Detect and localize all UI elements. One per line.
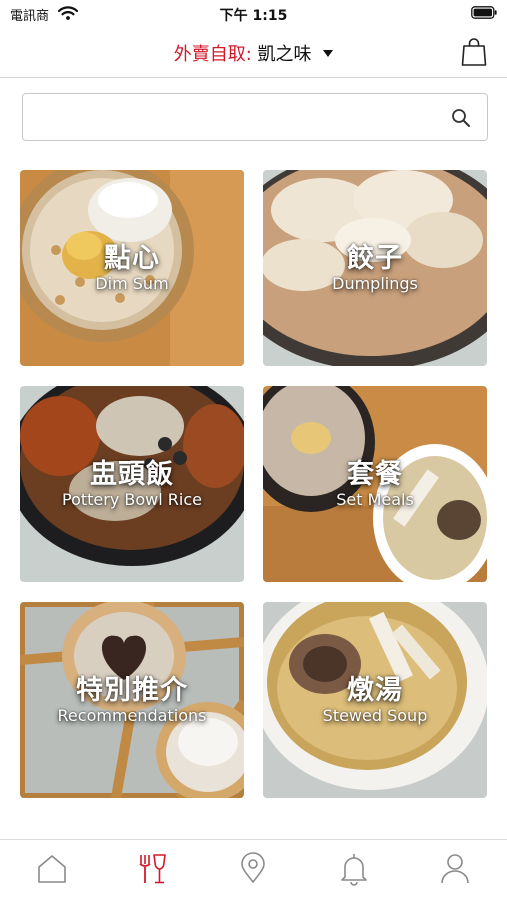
home-icon <box>38 855 66 883</box>
status-time: 下午 1:15 <box>219 8 288 24</box>
search-input[interactable] <box>33 102 433 132</box>
tab-profile[interactable] <box>438 852 472 886</box>
tab-bar <box>0 839 507 900</box>
category-tile-set-meals[interactable]: 套餐 Set Meals <box>263 386 487 582</box>
category-title-en: Dim Sum <box>95 274 169 293</box>
category-title-en: Set Meals <box>336 490 414 509</box>
store-name: 凱之味 <box>257 44 312 65</box>
search-bar[interactable] <box>22 93 488 141</box>
category-title-zh: 套餐 <box>347 459 403 490</box>
category-title-en: Stewed Soup <box>322 706 428 725</box>
category-tile-recommendations[interactable]: 特別推介 Recommendations <box>20 602 244 798</box>
category-title-zh: 餃子 <box>347 243 403 274</box>
category-tile-dumplings[interactable]: 餃子 Dumplings <box>263 170 487 366</box>
category-title-en: Dumplings <box>332 274 418 293</box>
tab-location[interactable] <box>236 852 270 886</box>
store-selector[interactable]: 外賣自取: 凱之味 <box>0 40 507 66</box>
tab-home[interactable] <box>35 852 69 886</box>
bell-icon <box>341 854 367 886</box>
category-title-zh: 燉湯 <box>347 675 403 706</box>
category-title-zh: 點心 <box>104 243 160 274</box>
category-title-en: Recommendations <box>57 706 207 725</box>
status-bar: 電訊商 下午 1:15 <box>0 0 507 28</box>
tab-menu[interactable] <box>135 852 169 886</box>
battery-icon <box>471 6 497 19</box>
pickup-mode-label: 外賣自取: <box>173 44 252 65</box>
search-icon[interactable] <box>451 108 471 128</box>
category-title-zh: 特別推介 <box>76 675 188 706</box>
location-icon <box>241 852 265 883</box>
caret-down-icon <box>323 49 334 57</box>
app-header: 外賣自取: 凱之味 <box>0 28 507 78</box>
category-tile-stewed-soup[interactable]: 燉湯 Stewed Soup <box>263 602 487 798</box>
category-tile-pottery-bowl-rice[interactable]: 盅頭飯 Pottery Bowl Rice <box>20 386 244 582</box>
category-title-zh: 盅頭飯 <box>90 459 174 490</box>
menu-icon <box>139 854 166 884</box>
profile-icon <box>441 854 469 884</box>
category-title-en: Pottery Bowl Rice <box>62 490 202 509</box>
shopping-bag-icon[interactable] <box>461 37 487 67</box>
tab-notifications[interactable] <box>337 852 371 886</box>
category-tile-dim-sum[interactable]: 點心 Dim Sum <box>20 170 244 366</box>
